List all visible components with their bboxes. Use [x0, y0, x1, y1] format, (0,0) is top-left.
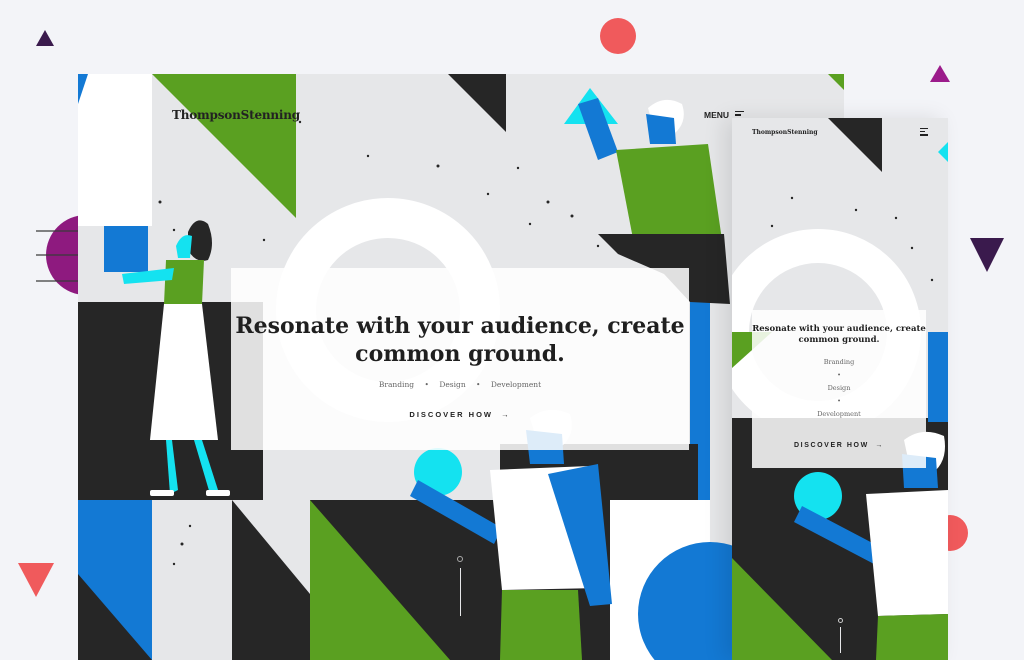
desktop-headline-line2: common ground. — [355, 341, 565, 367]
scroll-indicator-icon[interactable] — [456, 556, 464, 618]
arrow-right-icon: → — [501, 410, 511, 419]
arrow-right-icon: → — [875, 442, 884, 449]
navy-triangle-right — [970, 238, 1004, 272]
mobile-headline-line1: Resonate with your audience, create — [752, 324, 926, 334]
tag-separator: • — [837, 371, 841, 379]
desktop-tag-branding: Branding — [378, 380, 415, 389]
desktop-discover-how-link[interactable]: DISCOVER HOW → — [231, 410, 689, 419]
mobile-tag-development: Development — [817, 410, 861, 418]
tag-separator: • — [424, 380, 429, 389]
desktop-headline-line1: Resonate with your audience, create — [235, 313, 685, 339]
desktop-tag-design: Design — [439, 380, 466, 389]
desktop-tag-development: Development — [490, 380, 542, 389]
mobile-hero-panel: Resonate with your audience, create comm… — [752, 310, 926, 468]
mobile-tag-list: Branding • Design • Development — [752, 356, 926, 421]
desktop-brand-logo[interactable]: ThompsonStenning — [172, 108, 300, 122]
mobile-scroll-indicator-icon[interactable] — [836, 618, 844, 653]
coral-circle-top — [600, 18, 636, 54]
mobile-tag-design: Design — [827, 384, 851, 392]
purple-triangle-top-right — [930, 65, 950, 82]
mobile-hero-headline: Resonate with your audience, create comm… — [752, 324, 926, 346]
mobile-discover-how-link[interactable]: DISCOVER HOW → — [752, 442, 926, 449]
mobile-headline-line2: common ground. — [798, 335, 880, 345]
hamburger-icon[interactable] — [920, 128, 928, 136]
mobile-brand-logo[interactable]: ThompsonStenning — [752, 129, 818, 136]
mobile-tag-branding: Branding — [823, 358, 855, 366]
desktop-tag-list: Branding • Design • Development — [231, 380, 689, 389]
navy-triangle-top-left — [36, 30, 54, 46]
desktop-hero-panel: Resonate with your audience, create comm… — [231, 268, 689, 450]
desktop-mockup: ThompsonStenning MENU Resonate with your… — [78, 74, 844, 660]
tag-separator: • — [837, 397, 841, 405]
desktop-hero-headline: Resonate with your audience, create comm… — [231, 312, 689, 368]
mobile-mockup: ThompsonStenning Resonate with your audi… — [732, 118, 948, 660]
coral-triangle-bottom-left — [18, 563, 54, 597]
mobile-cta-label: DISCOVER HOW — [794, 442, 869, 449]
desktop-menu-label: MENU — [704, 110, 730, 120]
desktop-cta-label: DISCOVER HOW — [409, 410, 493, 419]
tag-separator: • — [476, 380, 481, 389]
